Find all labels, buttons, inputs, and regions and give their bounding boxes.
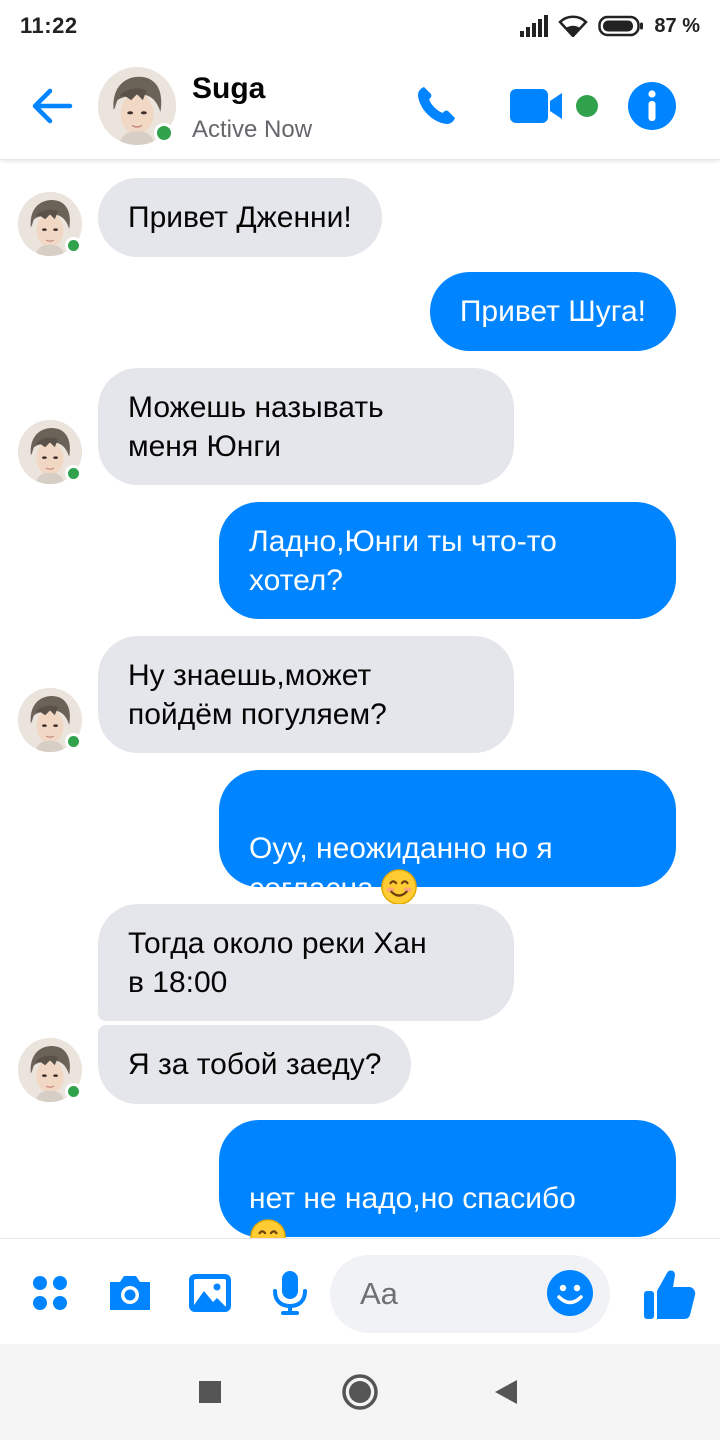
online-indicator (154, 123, 174, 143)
camera-icon (110, 1276, 150, 1310)
signal-icon (520, 15, 549, 37)
message-bubble-outgoing[interactable]: Оуу, неожиданно но я согласна (219, 770, 676, 887)
info-button[interactable] (626, 80, 678, 132)
message-bubble-outgoing[interactable]: Ладно,Юнги ты что-то хотел? (219, 502, 676, 619)
message-bubble-outgoing[interactable]: нет не надо,но спасибо (219, 1120, 676, 1237)
message-bubble-incoming[interactable]: Привет Дженни! (98, 178, 382, 257)
message-avatar[interactable] (18, 192, 82, 256)
video-call-button[interactable] (508, 82, 602, 130)
camera-button[interactable] (106, 1269, 154, 1317)
online-indicator (65, 237, 82, 254)
message-text: нет не надо,но спасибо (249, 1182, 576, 1215)
message-bubble-incoming[interactable]: Ну знаешь,может пойдём погуляем? (98, 636, 514, 753)
contact-name[interactable]: Suga (192, 72, 265, 106)
message-bubble-incoming[interactable]: Я за тобой заеду? (98, 1025, 412, 1104)
online-indicator (65, 1083, 82, 1100)
microphone-icon (273, 1271, 307, 1315)
conversation-header: Suga Active Now (0, 52, 720, 160)
image-icon (189, 1274, 231, 1312)
message-avatar[interactable] (18, 1038, 82, 1102)
contact-avatar[interactable] (98, 67, 176, 145)
phone-icon (418, 87, 455, 124)
emoji-button[interactable] (546, 1269, 594, 1317)
message-bubble-incoming[interactable]: Можешь называть меня Юнги (98, 368, 514, 485)
emoji-icon (547, 1270, 593, 1316)
info-icon (628, 82, 676, 130)
video-camera-icon (510, 89, 562, 123)
home-circle-icon (342, 1374, 378, 1410)
back-button[interactable] (28, 82, 76, 130)
status-icons: 87 % (520, 15, 700, 38)
message-bubble-outgoing[interactable]: Привет Шуга! (429, 272, 676, 351)
recent-apps-button[interactable] (186, 1368, 234, 1416)
gallery-button[interactable] (186, 1269, 234, 1317)
square-icon (199, 1381, 221, 1403)
smiling-face-emoji-icon (380, 868, 418, 906)
back-arrow-icon (32, 88, 73, 124)
video-active-dot (576, 95, 598, 117)
battery-percent: 87 % (654, 14, 700, 37)
message-avatar[interactable] (18, 688, 82, 752)
back-button-system[interactable] (482, 1368, 530, 1416)
status-bar: 11:22 87 % (0, 0, 720, 52)
status-time: 11:22 (20, 13, 78, 38)
like-button[interactable] (640, 1265, 698, 1323)
voice-call-button[interactable] (412, 80, 462, 130)
more-apps-icon (33, 1276, 67, 1310)
system-nav-bar (0, 1344, 720, 1440)
voice-message-button[interactable] (266, 1269, 314, 1317)
battery-icon (598, 15, 644, 37)
home-button[interactable] (336, 1368, 384, 1416)
back-triangle-icon (495, 1380, 517, 1404)
thumbs-up-icon (644, 1270, 696, 1319)
online-indicator (65, 465, 82, 482)
online-indicator (65, 733, 82, 750)
message-bubble-incoming[interactable]: Тогда около реки Хан в 18:00 (98, 904, 514, 1021)
message-avatar[interactable] (18, 420, 82, 484)
wifi-icon (558, 15, 589, 37)
message-composer (0, 1238, 720, 1344)
more-apps-button[interactable] (26, 1269, 74, 1317)
contact-status: Active Now (192, 116, 313, 143)
